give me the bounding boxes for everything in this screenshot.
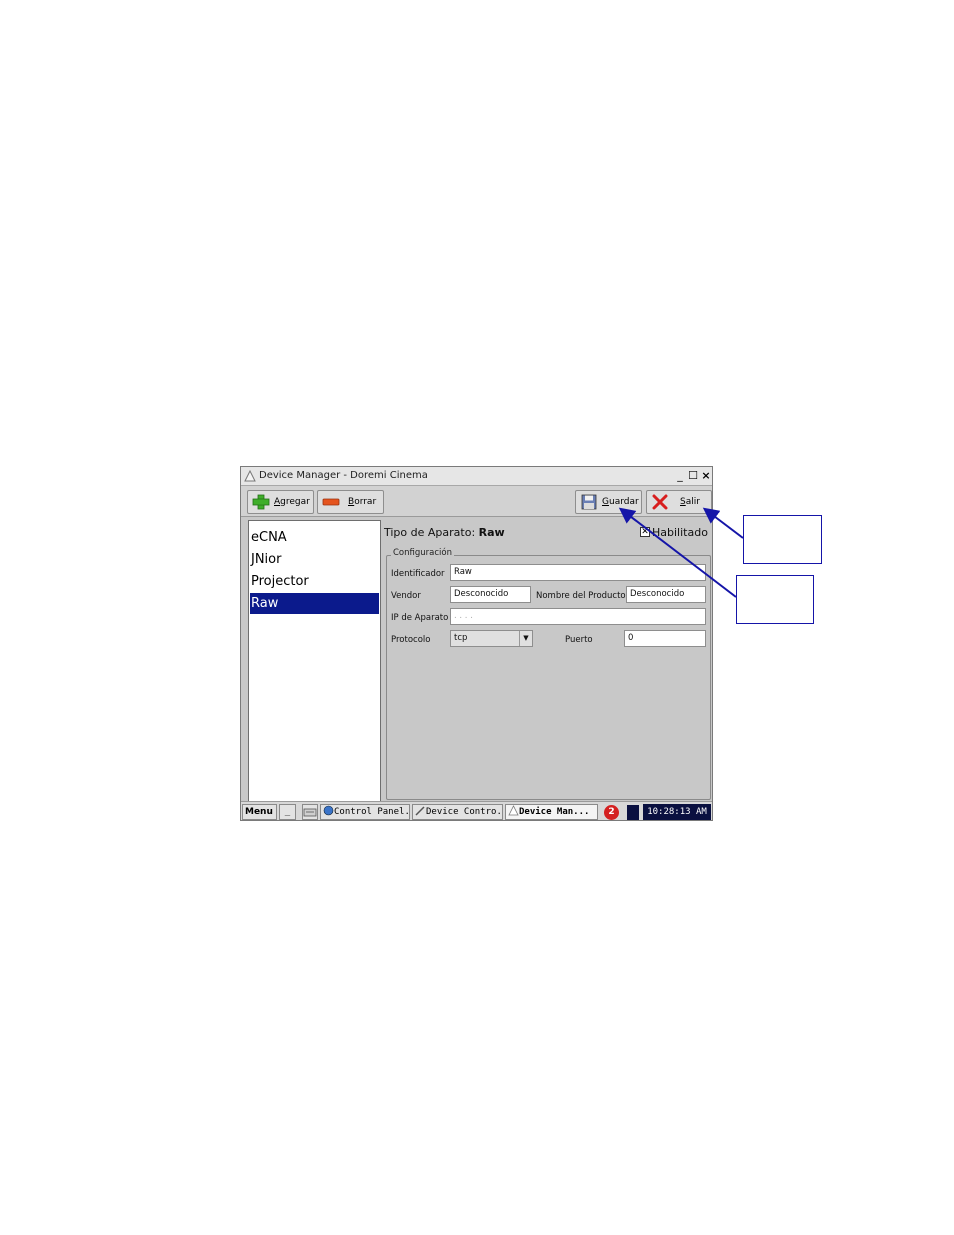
arrow-to-save-button: [618, 507, 737, 598]
callout-arrows: [618, 507, 744, 598]
arrow-to-exit-button: [702, 507, 744, 539]
